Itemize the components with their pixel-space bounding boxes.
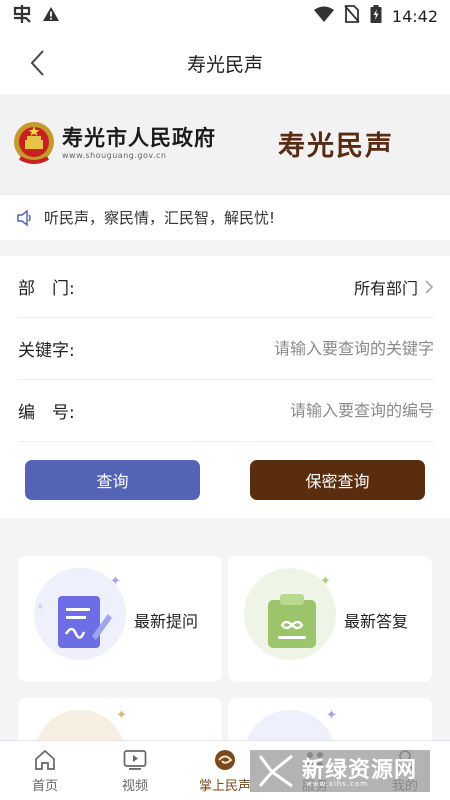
status-bar: 14:42 — [0, 0, 450, 32]
card-circle — [244, 710, 336, 740]
query-button[interactable]: 查询 — [25, 460, 200, 500]
department-row[interactable]: 部 门: 所有部门 — [18, 256, 434, 318]
department-value: 所有部门 — [353, 278, 418, 298]
feature-grid: ✦ ✦ 最新提问 ✦ 最新答复 ✦ ✦ — [0, 518, 450, 740]
reply-clipboard-icon — [268, 594, 316, 648]
sparkle-icon: ✦ — [110, 574, 121, 589]
speaker-icon — [17, 208, 31, 227]
clock: 14:42 — [391, 6, 438, 26]
brand-title: 寿光民声 — [278, 131, 394, 162]
battery-icon — [370, 5, 382, 27]
national-emblem-icon — [12, 120, 56, 166]
banner: 寿光市人民政府 www.shouguang.gov.cn 寿光民声 — [0, 94, 450, 194]
number-row: 编 号: — [18, 380, 434, 442]
feature-card[interactable]: ✦ — [228, 698, 432, 740]
secret-query-button[interactable]: 保密查询 — [250, 460, 425, 500]
voice-logo-icon — [215, 749, 235, 770]
card-circle — [34, 710, 126, 740]
latest-replies-card[interactable]: ✦ 最新答复 — [228, 556, 432, 682]
latest-questions-card[interactable]: ✦ ✦ 最新提问 — [18, 556, 222, 682]
number-label: 编 号: — [18, 403, 75, 423]
government-name: 寿光市人民政府 — [62, 126, 216, 150]
feature-card[interactable]: ✦ — [18, 698, 222, 740]
warning-icon — [42, 6, 60, 27]
chevron-right-icon — [425, 279, 434, 294]
watermark-text: 新绿资源网 — [302, 758, 418, 783]
question-document-icon — [58, 596, 112, 648]
tab-label: 视频 — [121, 778, 148, 794]
back-button[interactable] — [22, 46, 52, 80]
tab-label: 掌上民声 — [198, 778, 251, 794]
keyword-label: 关键字: — [18, 341, 75, 361]
app-notification-icon — [12, 4, 32, 28]
number-input[interactable] — [194, 401, 434, 420]
notice-bar: 听民声，察民情，汇民智，解民忧! — [0, 194, 450, 240]
tab-video[interactable]: 视频 — [90, 741, 180, 800]
sparkle-icon: ✦ — [36, 602, 45, 613]
watermark-url: www.xlhs.com — [306, 780, 369, 788]
tab-home[interactable]: 首页 — [0, 741, 90, 800]
watermark: 新绿资源网 www.xlhs.com — [250, 750, 430, 792]
card-label: 最新答复 — [344, 612, 409, 631]
tab-label: 首页 — [31, 778, 58, 794]
notice-text: 听民声，察民情，汇民智，解民忧! — [44, 209, 276, 227]
search-form: 部 门: 所有部门 关键字: 编 号: 查询 保密查询 — [0, 256, 450, 518]
sparkle-icon: ✦ — [320, 574, 331, 589]
government-url: www.shouguang.gov.cn — [62, 151, 167, 160]
wifi-icon — [313, 6, 334, 26]
department-select[interactable]: 所有部门 — [354, 275, 434, 299]
nav-bar: 寿光民声 — [0, 32, 450, 94]
keyword-input[interactable] — [194, 339, 434, 358]
home-icon — [35, 749, 55, 770]
card-label: 最新提问 — [134, 612, 199, 631]
department-label: 部 门: — [18, 279, 75, 299]
page-title: 寿光民声 — [186, 53, 263, 76]
watermark-logo-icon — [258, 754, 293, 788]
no-sim-icon — [344, 5, 360, 27]
sparkle-icon: ✦ — [326, 708, 337, 723]
keyword-row: 关键字: — [18, 318, 434, 380]
sparkle-icon: ✦ — [116, 708, 127, 723]
chevron-left-icon — [30, 50, 44, 76]
video-icon — [123, 749, 147, 770]
